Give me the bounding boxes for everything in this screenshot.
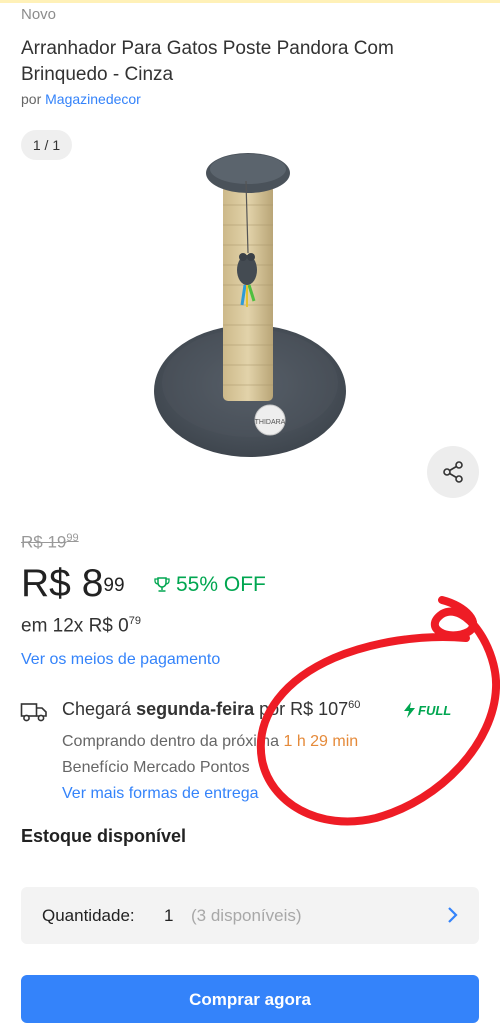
shipping-benefit: Benefício Mercado Pontos [62, 759, 250, 776]
price-integer: R$ 8 [21, 562, 104, 605]
product-title: Arranhador Para Gatos Poste Pandora Com … [21, 38, 394, 85]
seller-link[interactable]: Magazinedecor [45, 91, 141, 107]
lightning-icon [404, 702, 415, 718]
old-price-cents: 99 [66, 532, 79, 544]
deadline-prefix: Comprando dentro da próxima [62, 733, 280, 750]
shipping-price-cents: 60 [348, 699, 361, 711]
top-bar [0, 0, 500, 3]
quantity-label: Quantidade: [42, 906, 135, 925]
current-price: R$ 899 [21, 560, 125, 608]
truck-icon [20, 703, 47, 722]
shipping-arrival: Chegará segunda-feira por R$ 10760 [62, 699, 360, 720]
full-badge: FULL [403, 702, 451, 718]
share-icon [443, 461, 463, 483]
product-image[interactable]: THIDARA [150, 145, 350, 465]
seller-prefix: por [21, 91, 42, 107]
installments: em 12x R$ 079 [21, 615, 141, 637]
trophy-icon [154, 577, 170, 592]
buy-now-button[interactable]: Comprar agora [21, 975, 479, 1023]
shipping-price: por R$ 107 [259, 699, 349, 719]
installments-integer: em 12x R$ 0 [21, 615, 129, 637]
svg-text:THIDARA: THIDARA [255, 419, 286, 426]
quantity-selector[interactable]: Quantidade: 1 (3 disponíveis) [21, 887, 479, 944]
deadline-timer: 1 h 29 min [283, 733, 359, 750]
shipping-prefix: Chegará [62, 699, 132, 719]
shipping-day: segunda-feira [136, 699, 255, 719]
shipping-deadline: Comprando dentro da próxima 1 h 29 min [62, 733, 358, 751]
stock-title: Estoque disponível [21, 826, 187, 846]
payment-methods-link[interactable]: Ver os meios de pagamento [21, 651, 220, 669]
old-price: R$ 1999 [21, 532, 79, 553]
discount-badge: 55% OFF [153, 573, 266, 597]
full-label: FULL [418, 702, 452, 718]
chevron-right-icon [448, 907, 458, 923]
quantity-available: (3 disponíveis) [191, 906, 302, 925]
share-button[interactable] [427, 446, 479, 498]
gallery-counter: 1 / 1 [21, 130, 72, 160]
price-cents: 99 [103, 575, 125, 596]
old-price-integer: R$ 19 [21, 532, 67, 552]
quantity-value: 1 [164, 906, 174, 925]
seller-line: por Magazinedecor [21, 91, 141, 107]
more-shipping-link[interactable]: Ver mais formas de entrega [62, 785, 259, 803]
discount-text: 55% OFF [176, 573, 266, 596]
installments-cents: 79 [128, 615, 141, 627]
condition-label: Novo [21, 6, 57, 23]
